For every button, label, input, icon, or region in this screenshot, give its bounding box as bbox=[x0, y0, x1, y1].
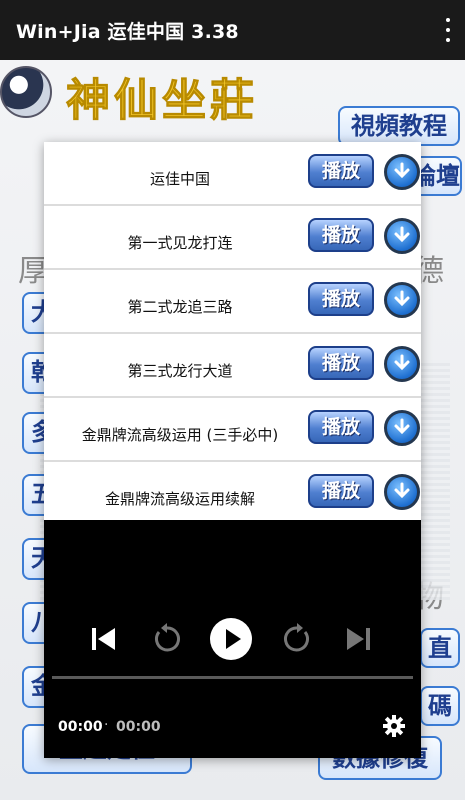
download-icon[interactable] bbox=[384, 154, 420, 190]
fast-forward-icon[interactable] bbox=[280, 622, 314, 660]
app-bar: Win+Jia 运佳中国 3.38 bbox=[0, 0, 465, 60]
video-dialog: 运佳中国 播放 第一式见龙打连 播放 第二式龙追三路 播放 第三式龙行大道 播放… bbox=[44, 142, 421, 758]
download-icon[interactable] bbox=[384, 410, 420, 446]
list-item: 运佳中国 播放 bbox=[44, 142, 421, 206]
skip-previous-icon[interactable] bbox=[88, 624, 118, 658]
play-button[interactable]: 播放 bbox=[308, 282, 374, 316]
skip-next-icon[interactable] bbox=[344, 624, 374, 658]
list-item: 第三式龙行大道 播放 bbox=[44, 334, 421, 398]
video-player: 00:00 · 00:00 bbox=[44, 520, 421, 758]
app-title: Win+Jia 运佳中国 3.38 bbox=[16, 20, 239, 43]
video-title: 金鼎牌流高级运用续解 bbox=[104, 490, 255, 508]
side-button[interactable]: 碼 bbox=[420, 686, 460, 726]
play-icon[interactable] bbox=[210, 618, 252, 664]
progress-bar[interactable] bbox=[52, 676, 413, 679]
brand-title: 神仙坐莊 bbox=[66, 75, 258, 127]
logo-icon bbox=[0, 66, 52, 118]
current-time: 00:00 bbox=[58, 719, 103, 735]
list-item: 第一式见龙打连 播放 bbox=[44, 206, 421, 270]
play-button[interactable]: 播放 bbox=[308, 154, 374, 188]
time-separator: · bbox=[104, 717, 109, 733]
play-button[interactable]: 播放 bbox=[308, 474, 374, 508]
download-icon[interactable] bbox=[384, 346, 420, 382]
settings-icon[interactable] bbox=[382, 714, 406, 742]
video-title: 金鼎牌流高级运用 (三手必中) bbox=[81, 426, 279, 444]
video-title: 运佳中国 bbox=[149, 170, 210, 188]
video-title: 第二式龙追三路 bbox=[127, 298, 233, 316]
video-title: 第一式见龙打连 bbox=[127, 234, 233, 252]
play-button[interactable]: 播放 bbox=[308, 410, 374, 444]
list-item: 金鼎牌流高级运用 (三手必中) 播放 bbox=[44, 398, 421, 462]
duration: 00:00 bbox=[116, 719, 161, 735]
video-tutorial-button[interactable]: 視頻教程 bbox=[338, 106, 460, 146]
play-button[interactable]: 播放 bbox=[308, 346, 374, 380]
video-title: 第三式龙行大道 bbox=[127, 362, 233, 380]
more-vert-icon[interactable] bbox=[443, 18, 453, 42]
download-icon[interactable] bbox=[384, 474, 420, 510]
side-button[interactable]: 直 bbox=[420, 628, 460, 668]
download-icon[interactable] bbox=[384, 218, 420, 254]
list-item: 第二式龙追三路 播放 bbox=[44, 270, 421, 334]
video-list: 运佳中国 播放 第一式见龙打连 播放 第二式龙追三路 播放 第三式龙行大道 播放… bbox=[44, 142, 421, 520]
rewind-icon[interactable] bbox=[150, 622, 184, 660]
play-button[interactable]: 播放 bbox=[308, 218, 374, 252]
list-item: 金鼎牌流高级运用续解 播放 bbox=[44, 462, 421, 520]
download-icon[interactable] bbox=[384, 282, 420, 318]
